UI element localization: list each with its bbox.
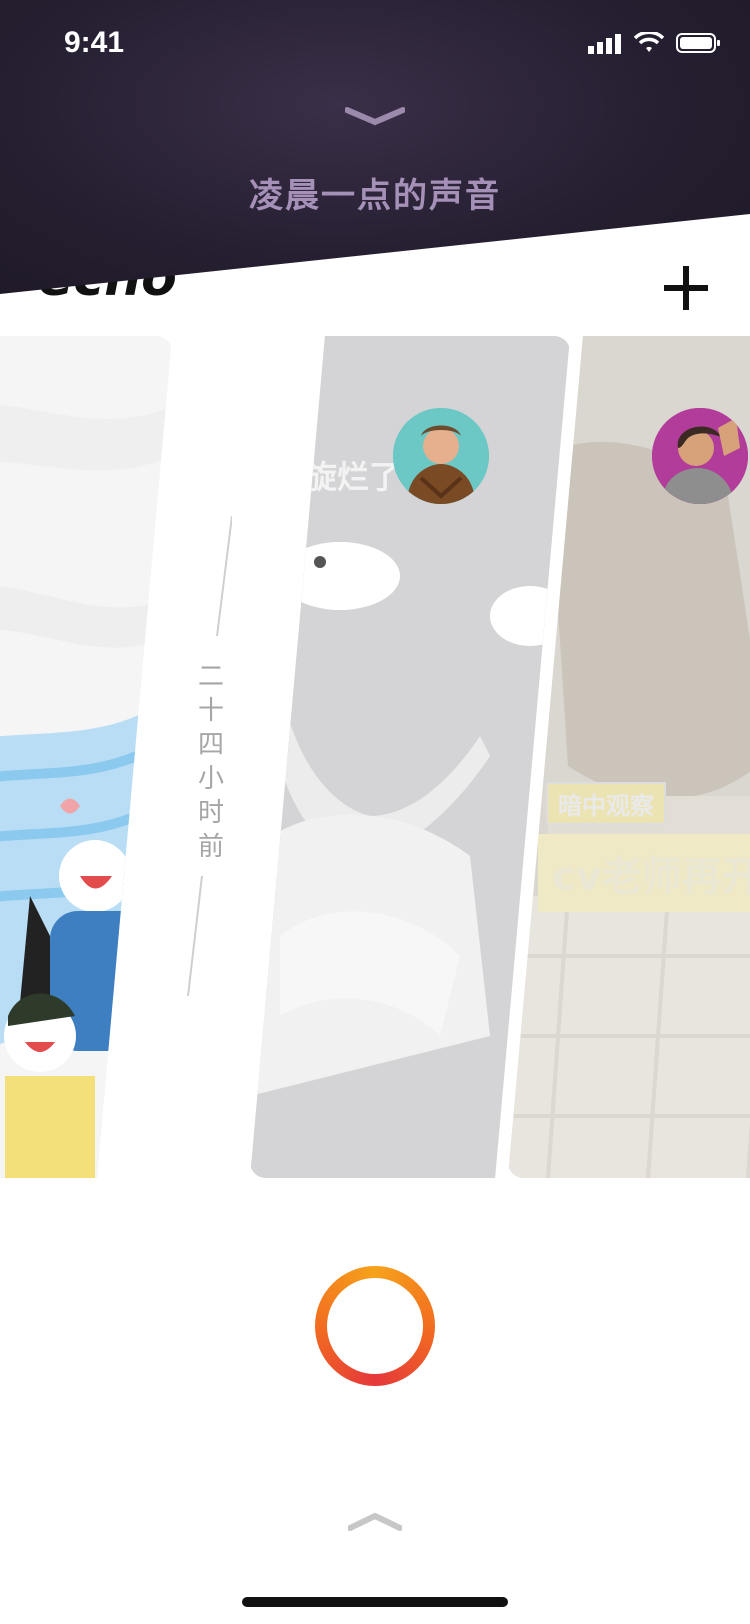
card-left[interactable] xyxy=(0,336,172,1178)
record-button[interactable] xyxy=(315,1266,435,1386)
user-avatar-image xyxy=(393,408,489,504)
collapse-chevron-icon[interactable] xyxy=(344,104,406,132)
status-icons xyxy=(588,30,722,58)
add-button[interactable] xyxy=(664,266,708,310)
timestamp-label: 二十四小时前 xyxy=(197,662,224,862)
user-avatar-image xyxy=(652,408,748,504)
home-indicator xyxy=(242,1597,508,1607)
panel-title: 凌晨一点的声音 xyxy=(249,176,501,216)
middle-caption: 旋烂了 xyxy=(305,458,402,496)
cards-row[interactable]: 旋烂了 暗中观察 cv老师再开 xyxy=(0,336,750,1182)
right-caption: cv老师再开 xyxy=(538,834,750,912)
status-time: 9:41 xyxy=(64,26,125,59)
signal-icon xyxy=(588,32,622,58)
badge-label: 暗中观察 xyxy=(546,782,666,825)
expand-chevron-icon[interactable] xyxy=(347,1512,403,1538)
plus-icon xyxy=(664,266,708,310)
card-left-illustration xyxy=(0,336,172,1178)
wifi-icon xyxy=(633,30,665,58)
battery-icon xyxy=(676,32,722,58)
avatar[interactable] xyxy=(393,408,489,504)
avatar[interactable] xyxy=(652,408,748,504)
top-panel: 9:41 凌晨一点的声音 xyxy=(0,0,750,294)
